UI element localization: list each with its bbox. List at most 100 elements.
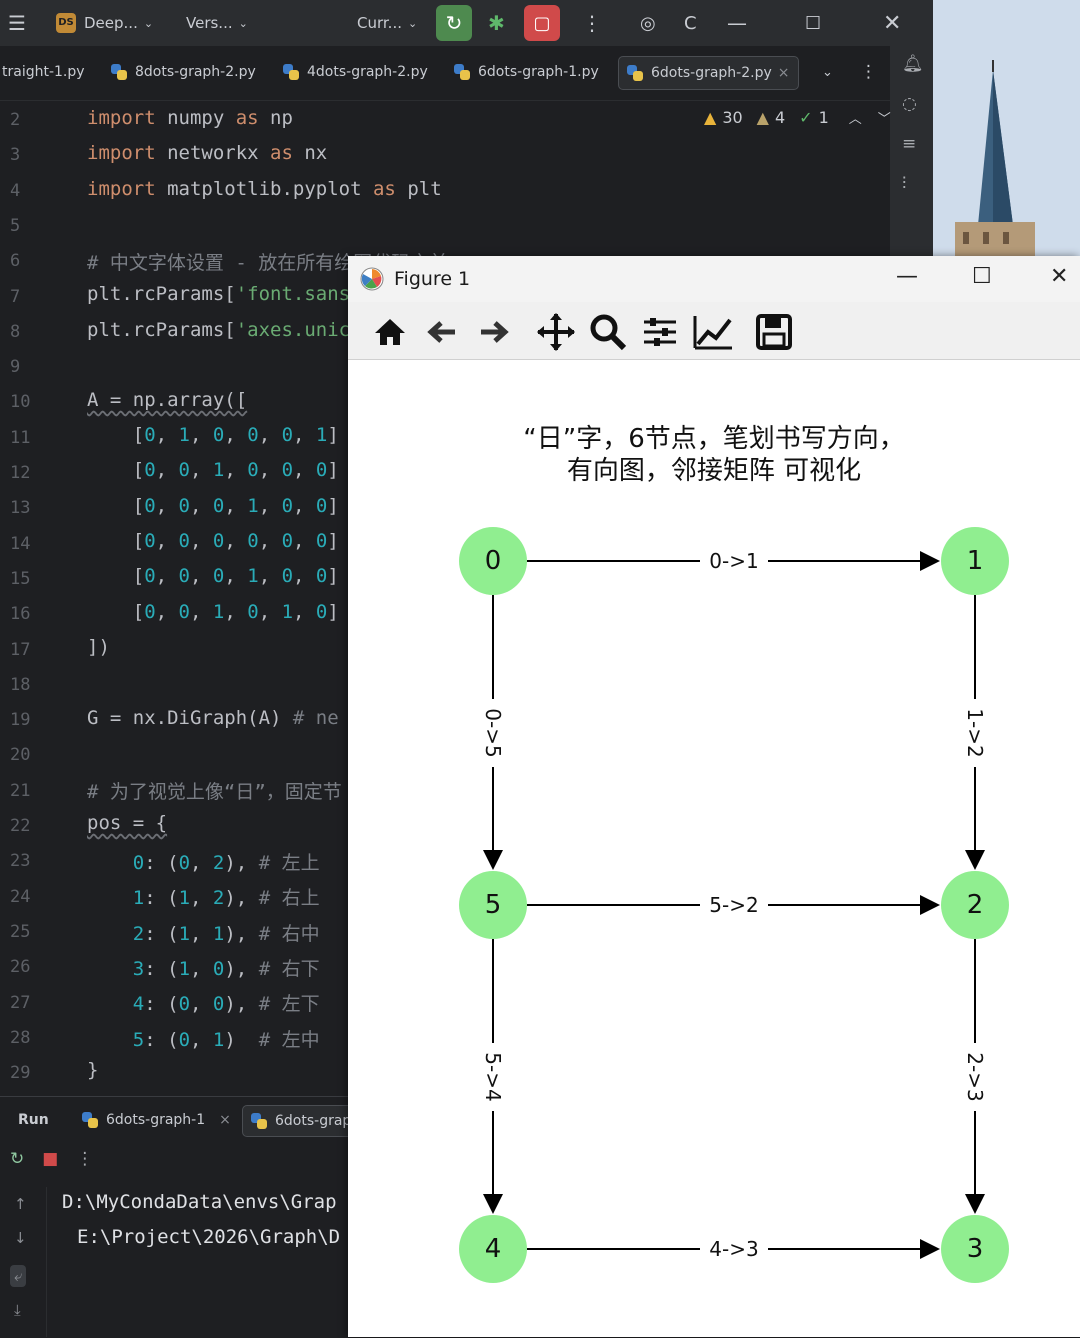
debug-button[interactable]: ✱	[488, 0, 505, 46]
arrow-left-icon	[427, 321, 455, 343]
check-icon: ✓	[799, 108, 813, 127]
figure-window: Figure 1 — ☐ ✕ “日”字，6节点，笔划书写方向， 有向图，邻接矩阵…	[348, 256, 1080, 1337]
soft-wrap-icon[interactable]: ⤶	[10, 1265, 27, 1287]
line-number: 28	[10, 1027, 31, 1048]
run-side-toolbar: ↑ ↓ ⤶ ⤓	[0, 1187, 47, 1337]
line-number: 4	[10, 180, 21, 201]
line-number: 12	[10, 463, 31, 483]
edge-label: 1->2	[963, 708, 987, 757]
configure-subplots-button[interactable]	[640, 312, 680, 352]
stop-icon[interactable]: ■	[42, 1149, 58, 1169]
ai-chat-icon[interactable]: ◌	[902, 94, 917, 114]
line-number: 29	[10, 1063, 31, 1084]
minimize-icon[interactable]: —	[896, 264, 918, 289]
run-tab-6dots-graph-2[interactable]: 6dots-grap	[242, 1105, 361, 1137]
maximize-icon[interactable]: ☐	[972, 264, 992, 289]
python-file-icon	[111, 64, 127, 80]
line-chart-icon	[693, 316, 732, 350]
edge-label: 0->5	[481, 708, 505, 757]
pan-button[interactable]	[536, 312, 576, 352]
minimize-icon[interactable]: —	[727, 0, 747, 46]
pos-entry: 1: (1, 2), # 右上	[132, 887, 320, 910]
matplotlib-toolbar	[348, 302, 1080, 360]
notifications-icon[interactable]: 🔔︎	[902, 54, 924, 74]
run-tab-6dots-graph-1[interactable]: 6dots-graph-1 ×	[82, 1105, 231, 1135]
next-highlight-icon[interactable]: ﹀	[878, 108, 891, 127]
line-number: 22	[10, 816, 31, 836]
more-icon[interactable]: ⋮	[76, 1149, 93, 1169]
code-line-3: import networkx as nx	[87, 142, 328, 164]
sliders-icon	[644, 318, 676, 346]
code-line-22: pos = {	[87, 812, 168, 834]
edge-label: 4->3	[709, 1237, 758, 1261]
castle-tower-image	[933, 0, 1080, 257]
save-button[interactable]	[754, 312, 794, 352]
python-file-icon	[283, 64, 299, 80]
ai-assistant-icon[interactable]: ◎	[640, 0, 656, 46]
python-file-icon	[82, 1112, 98, 1128]
matrix-row: [0, 1, 0, 0, 0, 1]	[87, 424, 339, 446]
back-button[interactable]	[422, 312, 462, 352]
edit-axis-button[interactable]	[692, 312, 732, 352]
edge-label: 0->1	[709, 549, 758, 573]
search-everywhere-icon[interactable]: C	[684, 0, 697, 46]
tab-straight-1[interactable]: traight-1.py	[2, 56, 85, 88]
code-line-2: import numpy as np	[87, 107, 293, 129]
zoom-button[interactable]	[588, 312, 628, 352]
more-actions-icon[interactable]: ⋮	[582, 0, 602, 46]
figure-canvas[interactable]: “日”字，6节点，笔划书写方向， 有向图，邻接矩阵 可视化 0->1 0->5 1-…	[348, 360, 1080, 1337]
prev-highlight-icon[interactable]: ︿	[849, 108, 862, 127]
arrow-up-icon[interactable]: ↑	[14, 1195, 27, 1213]
close-icon[interactable]: ✕	[1050, 264, 1068, 289]
edge-label: 2->3	[963, 1052, 987, 1101]
tab-6dots-graph-1[interactable]: 6dots-graph-1.py	[454, 56, 599, 88]
sciview-icon[interactable]: ⫶	[902, 174, 906, 194]
matrix-row: [0, 0, 0, 1, 0, 0]	[87, 494, 339, 517]
tab-4dots-graph-2[interactable]: 4dots-graph-2.py	[283, 56, 428, 88]
line-number: 5	[10, 215, 21, 236]
line-number: 2	[10, 110, 21, 130]
code-line-19: G = nx.DiGraph(A) # ne	[87, 707, 339, 729]
matrix-row: [0, 0, 1, 0, 0, 0]	[87, 459, 339, 482]
scroll-to-end-icon[interactable]: ⤓	[14, 1301, 21, 1319]
project-selector[interactable]: DS Deep... ⌄	[56, 0, 153, 46]
stop-icon: ▢	[533, 12, 551, 34]
tab-list-chevron-icon[interactable]: ⌄	[822, 56, 833, 88]
maximize-icon[interactable]: ☐	[805, 0, 821, 46]
edge-label: 5->4	[481, 1052, 505, 1101]
node-label: 1	[967, 546, 984, 576]
tab-8dots-graph-2[interactable]: 8dots-graph-2.py	[111, 56, 256, 88]
pos-entry: 2: (1, 1), # 右中	[132, 922, 320, 945]
tab-label: 6dots-graph-2.py	[651, 65, 772, 81]
rerun-button[interactable]: ↻	[436, 5, 472, 41]
line-number: 7	[10, 286, 21, 307]
arrow-down-icon[interactable]: ↓	[14, 1229, 27, 1247]
python-file-icon	[627, 65, 643, 81]
database-icon[interactable]: ≡	[902, 134, 916, 154]
close-tab-icon[interactable]: ×	[219, 1112, 231, 1128]
code-line-7: plt.rcParams['font.sans	[87, 283, 351, 305]
tab-6dots-graph-2[interactable]: 6dots-graph-2.py ×	[618, 56, 799, 90]
run-config-selector[interactable]: Curr... ⌄	[357, 0, 417, 46]
run-tab-label: 6dots-grap	[275, 1113, 352, 1129]
warning-icon: ▲	[704, 108, 717, 127]
inspection-widget[interactable]: ▲ 30 ▲ 4 ✓ 1 ︿ ﹀	[704, 108, 891, 127]
rerun-icon[interactable]: ↻	[10, 1149, 24, 1169]
forward-button[interactable]	[474, 312, 514, 352]
warning-count: 30	[722, 108, 743, 127]
arrow-right-icon	[481, 321, 509, 343]
weak-warning-icon: ▲	[756, 108, 769, 127]
vcs-selector[interactable]: Vers... ⌄	[186, 0, 248, 46]
stop-button[interactable]: ▢	[524, 5, 560, 41]
main-menu-icon[interactable]: ☰	[8, 0, 26, 46]
project-name: Deep...	[84, 14, 138, 32]
graph-plot: 0->1 0->5 1->2 2->3 4->3 5->2 5->4 0 1 2 3 4 5	[459, 527, 1009, 1283]
node-label: 0	[485, 546, 502, 576]
tab-more-icon[interactable]: ⋮	[860, 56, 877, 88]
home-button[interactable]	[370, 312, 410, 352]
figure-window-title: Figure 1	[394, 268, 471, 290]
close-icon[interactable]: ✕	[883, 0, 901, 46]
close-tab-icon[interactable]: ×	[778, 65, 790, 81]
chevron-down-icon: ⌄	[238, 16, 248, 30]
run-tab-label: 6dots-graph-1	[106, 1112, 206, 1128]
